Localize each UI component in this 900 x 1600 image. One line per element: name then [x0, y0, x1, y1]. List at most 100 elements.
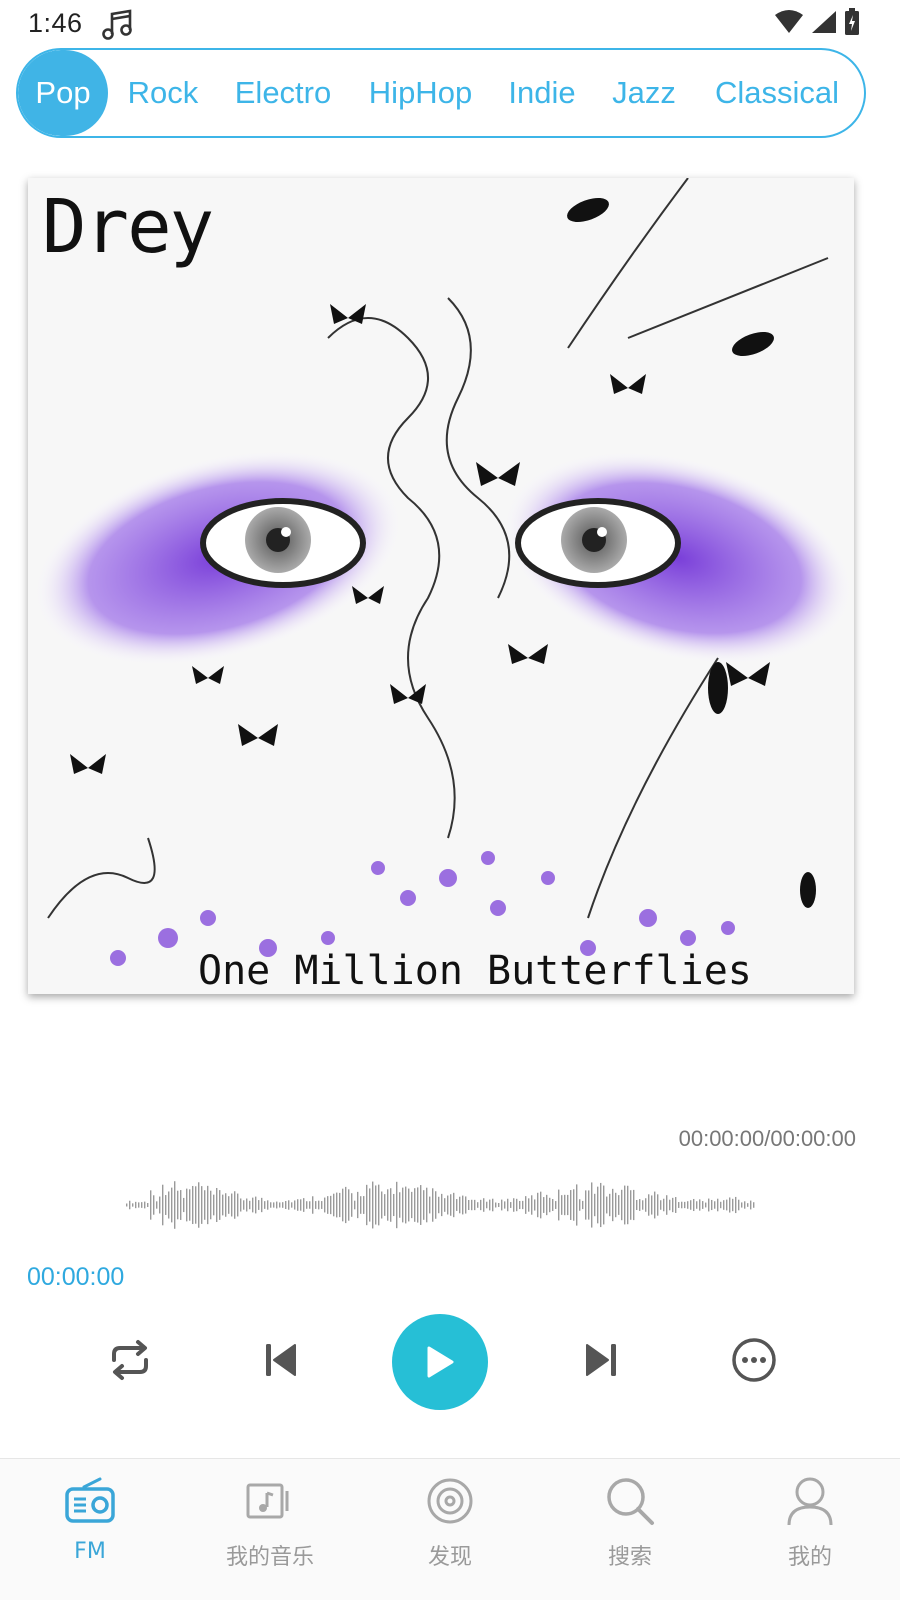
waveform-bar: [750, 1200, 752, 1210]
waveform-bar: [444, 1198, 446, 1212]
genre-tab-jazz[interactable]: Jazz: [591, 50, 697, 136]
waveform-bar: [201, 1186, 203, 1224]
play-button[interactable]: [392, 1314, 488, 1410]
genre-tab-electro[interactable]: Electro: [218, 50, 348, 136]
waveform-bar: [423, 1190, 425, 1220]
waveform-bar: [210, 1190, 212, 1220]
waveform-bar: [147, 1203, 149, 1207]
waveform-bar: [297, 1199, 299, 1211]
waveform-bar: [168, 1191, 170, 1219]
nav-label-my-music: 我的音乐: [225, 1545, 314, 1570]
waveform-bar: [447, 1195, 449, 1215]
waveform-bar: [561, 1195, 563, 1215]
waveform-bar: [462, 1195, 464, 1215]
waveform-bar: [549, 1197, 551, 1213]
waveform-bar: [249, 1200, 251, 1210]
waveform-bar: [498, 1202, 500, 1208]
waveform-bar: [342, 1188, 344, 1222]
waveform-bar: [435, 1191, 437, 1219]
repeat-button[interactable]: [82, 1312, 178, 1408]
more-button[interactable]: [706, 1312, 802, 1408]
waveform-bar: [741, 1202, 743, 1208]
waveform-bar: [714, 1201, 716, 1209]
waveform-bar: [360, 1196, 362, 1214]
next-icon: [586, 1344, 616, 1376]
waveform-bar: [639, 1199, 641, 1211]
waveform-bar: [348, 1189, 350, 1221]
waveform-bar: [267, 1200, 269, 1210]
waveform-bar: [753, 1202, 755, 1208]
genre-tab-bar: Pop Rock Electro HipHop Indie Jazz Classical: [16, 48, 866, 138]
waveform-bar: [336, 1192, 338, 1218]
waveform-bar: [699, 1199, 701, 1211]
waveform-bar: [198, 1182, 200, 1228]
waveform-bar: [228, 1196, 230, 1214]
waveform-bar: [264, 1201, 266, 1209]
waveform-bar: [219, 1190, 221, 1220]
waveform-bar: [576, 1184, 578, 1226]
waveform-bar: [504, 1201, 506, 1209]
waveform-bar: [162, 1184, 164, 1226]
waveform-bar: [705, 1202, 707, 1208]
waveform-bar: [516, 1198, 518, 1212]
waveform-bar: [303, 1198, 305, 1212]
play-icon: [427, 1346, 454, 1378]
nav-item-me[interactable]: 我的: [720, 1459, 900, 1600]
waveform-bar: [192, 1185, 194, 1225]
waveform-bar: [609, 1193, 611, 1217]
waveform-bar: [618, 1195, 620, 1215]
waveform-bar: [657, 1194, 659, 1216]
nav-item-my-music[interactable]: 我的音乐: [180, 1459, 360, 1600]
waveform-bar: [528, 1198, 530, 1212]
genre-tab-pop[interactable]: Pop: [18, 50, 108, 136]
genre-tab-classical[interactable]: Classical: [697, 50, 857, 136]
waveform-bar: [186, 1188, 188, 1222]
genre-tab-hiphop[interactable]: HipHop: [348, 50, 493, 136]
genre-list: Pop Rock Electro HipHop Indie Jazz Classical: [18, 50, 864, 136]
waveform-bar: [330, 1195, 332, 1215]
waveform-bar: [144, 1201, 146, 1209]
genre-tab-indie[interactable]: Indie: [493, 50, 591, 136]
waveform-bar: [408, 1188, 410, 1222]
waveform-bar: [270, 1202, 272, 1208]
waveform-bar: [393, 1193, 395, 1217]
nav-item-fm[interactable]: FM: [0, 1459, 180, 1600]
waveform-bar: [354, 1200, 356, 1210]
waveform-bar: [216, 1187, 218, 1223]
genre-tab-rock[interactable]: Rock: [108, 50, 218, 136]
waveform[interactable]: [124, 1172, 760, 1238]
nav-item-discover[interactable]: 发现: [360, 1459, 540, 1600]
waveform-bar: [261, 1197, 263, 1213]
waveform-bar: [660, 1200, 662, 1210]
waveform-bar: [276, 1201, 278, 1209]
radio-icon: [62, 1473, 118, 1529]
waveform-bar: [729, 1197, 731, 1213]
waveform-bar: [282, 1202, 284, 1208]
waveform-bar: [381, 1191, 383, 1219]
waveform-bar: [225, 1193, 227, 1217]
waveform-bar: [678, 1202, 680, 1208]
waveform-bar: [171, 1187, 173, 1223]
waveform-bar: [183, 1197, 185, 1213]
nav-item-search[interactable]: 搜索: [540, 1459, 720, 1600]
waveform-bar: [129, 1200, 131, 1210]
waveform-bar: [597, 1186, 599, 1224]
waveform-bar: [441, 1193, 443, 1217]
waveform-bar: [351, 1193, 353, 1217]
waveform-bar: [510, 1202, 512, 1208]
previous-button[interactable]: [233, 1312, 329, 1408]
waveform-bar: [426, 1187, 428, 1223]
next-button[interactable]: [553, 1312, 649, 1408]
signal-icon: [812, 11, 836, 33]
album-artist-text: Drey: [42, 184, 214, 270]
waveform-bar: [588, 1190, 590, 1220]
nav-label-fm: FM: [74, 1539, 106, 1564]
waveform-bar: [321, 1201, 323, 1209]
waveform-bar: [717, 1198, 719, 1212]
previous-icon: [266, 1344, 296, 1376]
waveform-bar: [567, 1194, 569, 1216]
waveform-bar: [237, 1193, 239, 1217]
waveform-bar: [690, 1200, 692, 1210]
bottom-nav: FM 我的音乐 发现 搜索 我的: [0, 1458, 900, 1600]
waveform-bar: [234, 1191, 236, 1219]
